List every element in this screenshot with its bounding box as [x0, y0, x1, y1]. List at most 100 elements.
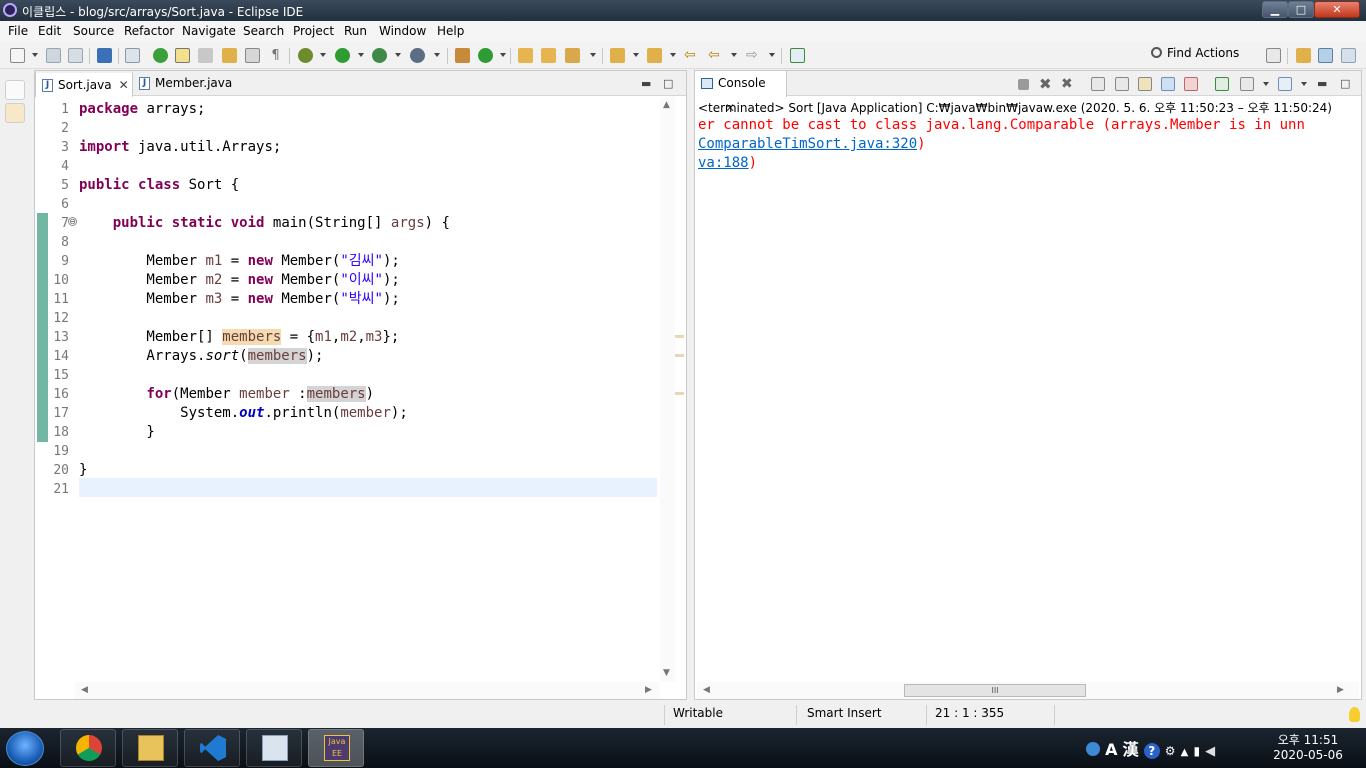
- minimize-pane-icon[interactable]: ▬: [641, 77, 651, 90]
- chevron-down-icon[interactable]: [395, 53, 401, 57]
- run-icon[interactable]: [335, 48, 350, 63]
- scroll-left-icon[interactable]: ◀: [703, 685, 710, 695]
- scroll-down-icon[interactable]: ▼: [663, 668, 670, 678]
- next-annotation-icon[interactable]: [222, 48, 237, 63]
- overview-ruler-mark[interactable]: [675, 335, 684, 338]
- network-globe-icon[interactable]: [1086, 742, 1100, 756]
- fold-toggle-icon[interactable]: ⊖: [68, 217, 77, 226]
- chevron-down-icon[interactable]: [1263, 82, 1269, 86]
- ime-settings-icon[interactable]: ⚙: [1165, 744, 1176, 758]
- lightbulb-icon[interactable]: [1349, 707, 1360, 722]
- java-ee-perspective-icon[interactable]: [1296, 48, 1311, 63]
- debug-icon[interactable]: [298, 48, 313, 63]
- menu-edit[interactable]: Edit: [38, 24, 61, 38]
- tab-sort-java[interactable]: J Sort.java ✕: [35, 71, 133, 97]
- chevron-down-icon[interactable]: [590, 53, 596, 57]
- minimize-pane-icon[interactable]: ▬: [1317, 77, 1327, 90]
- new-icon[interactable]: [10, 48, 25, 63]
- java-perspective-icon[interactable]: [1318, 48, 1333, 63]
- start-button[interactable]: [6, 731, 44, 766]
- open-console-icon[interactable]: [1278, 77, 1292, 91]
- menu-file[interactable]: File: [8, 24, 28, 38]
- scroll-up-icon[interactable]: ▲: [663, 100, 670, 110]
- next-edit-icon[interactable]: [610, 48, 625, 63]
- overview-ruler-mark[interactable]: [675, 354, 684, 357]
- menu-help[interactable]: Help: [437, 24, 464, 38]
- show-on-stdout-icon[interactable]: [1161, 77, 1175, 91]
- debug-perspective-icon[interactable]: [1341, 48, 1356, 63]
- console-horizontal-scrollbar[interactable]: ◀ III ▶: [697, 682, 1359, 699]
- show-hidden-icons-icon[interactable]: ▲: [1181, 747, 1189, 758]
- remove-launch-icon[interactable]: ✖: [1039, 77, 1053, 92]
- new-server-icon[interactable]: [455, 48, 470, 63]
- scroll-lock-icon[interactable]: [1115, 77, 1129, 91]
- menu-navigate[interactable]: Navigate: [182, 24, 236, 38]
- find-actions-button[interactable]: Find Actions: [1151, 46, 1239, 64]
- taskbar-file-explorer[interactable]: [122, 729, 178, 767]
- restore-icon[interactable]: [5, 80, 25, 100]
- close-icon[interactable]: ✕: [119, 78, 129, 92]
- chevron-down-icon[interactable]: [731, 53, 737, 57]
- search-icon[interactable]: [565, 48, 580, 63]
- last-edit-location-icon[interactable]: ⇦: [684, 48, 699, 63]
- clear-console-icon[interactable]: [1091, 77, 1105, 91]
- previous-edit-icon[interactable]: [647, 48, 662, 63]
- taskbar-chrome[interactable]: [60, 729, 116, 767]
- menu-project[interactable]: Project: [293, 24, 334, 38]
- ime-mode-label[interactable]: A: [1105, 740, 1117, 759]
- taskbar-eclipse[interactable]: Java EE IDE: [308, 729, 364, 767]
- editor-vertical-scrollbar[interactable]: ▲ ▼: [660, 97, 675, 682]
- remove-all-launches-icon[interactable]: ✖: [1061, 77, 1075, 91]
- new-java-class-icon[interactable]: [478, 48, 493, 63]
- scroll-right-icon[interactable]: ▶: [1337, 685, 1344, 695]
- pin-console-icon[interactable]: [1215, 77, 1229, 91]
- forward-icon[interactable]: ⇨: [746, 48, 761, 63]
- volume-muted-icon[interactable]: ◀: [1205, 744, 1215, 759]
- menu-search[interactable]: Search: [243, 24, 284, 38]
- overview-ruler-mark[interactable]: [675, 392, 684, 395]
- taskbar-app[interactable]: [246, 729, 302, 767]
- menu-source[interactable]: Source: [73, 24, 114, 38]
- ime-hanja-label[interactable]: 漢: [1123, 740, 1139, 759]
- menu-window[interactable]: Window: [379, 24, 426, 38]
- maximize-pane-icon[interactable]: □: [1340, 77, 1350, 90]
- editor-horizontal-scrollbar[interactable]: ◀ ▶: [75, 682, 660, 699]
- pin-editor-icon[interactable]: [790, 48, 805, 63]
- stack-trace-link[interactable]: va:188: [698, 155, 749, 171]
- mark-occurrences-icon[interactable]: [175, 48, 190, 63]
- tab-console[interactable]: Console ✕: [695, 71, 787, 115]
- external-tools-icon[interactable]: [410, 48, 425, 63]
- chevron-down-icon[interactable]: [434, 53, 440, 57]
- device-icon[interactable]: ▮: [1193, 744, 1200, 758]
- back-icon[interactable]: ⇦: [708, 48, 723, 63]
- menu-refactor[interactable]: Refactor: [124, 24, 174, 38]
- package-explorer-icon[interactable]: [5, 103, 25, 123]
- save-all-icon[interactable]: [68, 48, 83, 63]
- save-icon[interactable]: [46, 48, 61, 63]
- chevron-down-icon[interactable]: [32, 53, 38, 57]
- chevron-down-icon[interactable]: [500, 53, 506, 57]
- scroll-left-icon[interactable]: ◀: [81, 685, 88, 695]
- stack-trace-link[interactable]: ComparableTimSort.java:320: [698, 136, 917, 152]
- word-wrap-icon[interactable]: [1138, 77, 1152, 91]
- pilcrow-icon[interactable]: ¶: [268, 48, 283, 63]
- chevron-down-icon[interactable]: [358, 53, 364, 57]
- chevron-down-icon[interactable]: [320, 53, 326, 57]
- chevron-down-icon[interactable]: [670, 53, 676, 57]
- scroll-right-icon[interactable]: ▶: [645, 685, 652, 695]
- open-type-icon[interactable]: [153, 48, 168, 63]
- whitespace-icon[interactable]: [245, 48, 260, 63]
- scrollbar-thumb[interactable]: III: [904, 684, 1086, 697]
- chevron-down-icon[interactable]: [633, 53, 639, 57]
- maximize-pane-icon[interactable]: □: [663, 77, 673, 90]
- close-window-button[interactable]: ✕: [1314, 1, 1360, 18]
- open-perspective-icon[interactable]: [1266, 48, 1281, 63]
- open-type-folder-icon[interactable]: [518, 48, 533, 63]
- ime-help-icon[interactable]: ?: [1143, 743, 1160, 759]
- maximize-button[interactable]: □: [1288, 1, 1314, 18]
- menu-run[interactable]: Run: [344, 24, 367, 38]
- terminate-icon[interactable]: [1018, 79, 1029, 90]
- terminal-icon[interactable]: [97, 48, 112, 63]
- display-selected-console-icon[interactable]: [1240, 77, 1254, 91]
- coverage-icon[interactable]: [372, 48, 387, 63]
